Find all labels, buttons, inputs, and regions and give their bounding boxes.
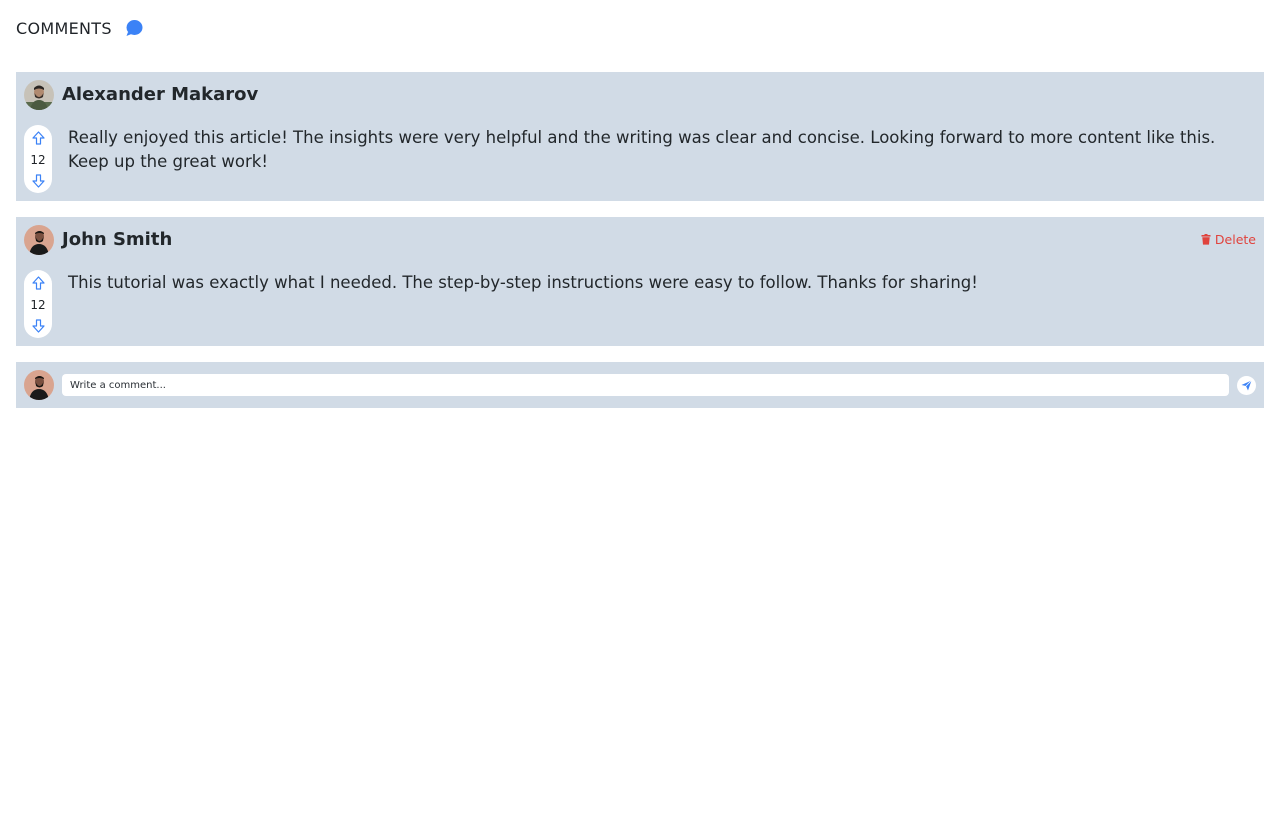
comment-author[interactable]: Alexander Makarov: [62, 83, 258, 107]
paper-plane-icon: [1241, 380, 1252, 391]
downvote-button[interactable]: [31, 319, 45, 333]
comments-header: COMMENTS: [16, 17, 143, 39]
vote-control: 12: [24, 270, 52, 338]
downvote-button[interactable]: [31, 174, 45, 188]
avatar: [24, 370, 54, 400]
comment-input[interactable]: [62, 374, 1229, 396]
arrow-down-icon: [31, 319, 45, 333]
comments-page: COMMENTS Alexander Makarov 12 Really enj…: [0, 0, 1280, 832]
delete-label: Delete: [1214, 232, 1256, 247]
comment-card: John Smith Delete 12 This tutorial was e…: [16, 217, 1264, 346]
upvote-button[interactable]: [31, 276, 45, 290]
comment-composer: [16, 362, 1264, 408]
comment-text: Really enjoyed this article! The insight…: [68, 128, 1216, 171]
avatar[interactable]: [24, 80, 54, 110]
comment-author[interactable]: John Smith: [62, 228, 172, 252]
trash-icon: [1201, 234, 1211, 245]
upvote-button[interactable]: [31, 131, 45, 145]
chat-bubble-icon: [125, 19, 143, 37]
comment-card: Alexander Makarov 12 Really enjoyed this…: [16, 72, 1264, 201]
avatar[interactable]: [24, 225, 54, 255]
delete-button[interactable]: Delete: [1201, 232, 1256, 247]
arrow-up-icon: [31, 276, 45, 290]
vote-count: 12: [30, 152, 46, 167]
arrow-down-icon: [31, 174, 45, 188]
vote-count: 12: [30, 297, 46, 312]
vote-control: 12: [24, 125, 52, 193]
comments-title: COMMENTS: [16, 18, 112, 38]
arrow-up-icon: [31, 131, 45, 145]
comment-text: This tutorial was exactly what I needed.…: [68, 273, 978, 292]
send-button[interactable]: [1237, 376, 1256, 395]
